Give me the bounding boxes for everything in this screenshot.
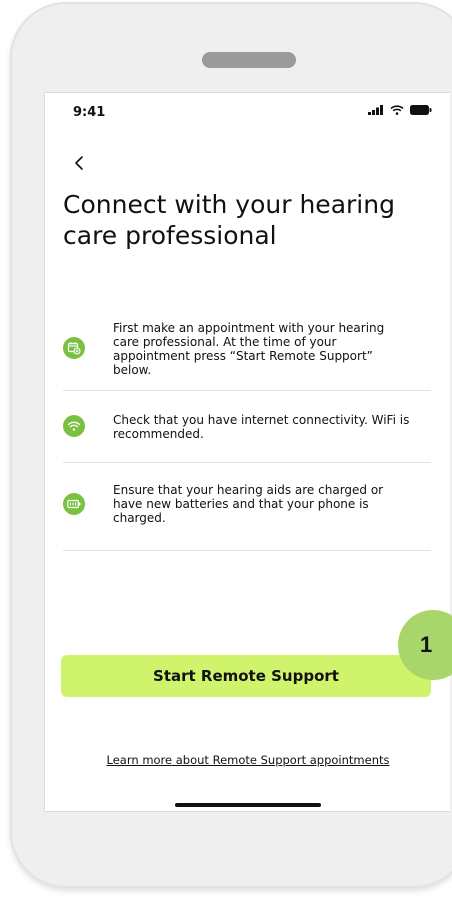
home-indicator bbox=[175, 803, 321, 807]
battery-icon bbox=[410, 105, 432, 115]
page-title: Connect with your hearing care professio… bbox=[63, 190, 395, 250]
status-bar: 9:41 bbox=[45, 93, 450, 133]
wifi-icon bbox=[390, 105, 404, 115]
list-item: Ensure that your hearing aids are charge… bbox=[63, 463, 431, 551]
list-item: First make an appointment with your hear… bbox=[63, 307, 431, 391]
list-item: Check that you have internet connectivit… bbox=[63, 391, 431, 463]
calendar-add-icon bbox=[63, 337, 85, 359]
back-chevron-icon bbox=[75, 156, 83, 170]
battery-icon bbox=[63, 493, 85, 515]
wifi-icon bbox=[63, 415, 85, 437]
learn-more-link[interactable]: Learn more about Remote Support appointm… bbox=[45, 753, 450, 767]
back-button[interactable] bbox=[67, 151, 91, 175]
status-time: 9:41 bbox=[73, 105, 106, 120]
start-remote-support-button[interactable]: Start Remote Support bbox=[61, 655, 431, 697]
step-text: Check that you have internet connectivit… bbox=[113, 413, 410, 441]
steps-list: First make an appointment with your hear… bbox=[63, 307, 431, 551]
phone-frame: 9:41 Connect with your hearing care prof… bbox=[10, 2, 452, 888]
cellular-signal-icon bbox=[368, 105, 383, 115]
step-text: First make an appointment with your hear… bbox=[113, 321, 385, 377]
phone-screen: 9:41 Connect with your hearing care prof… bbox=[44, 92, 450, 812]
phone-speaker bbox=[202, 52, 296, 68]
status-icons bbox=[368, 105, 432, 115]
step-text: Ensure that your hearing aids are charge… bbox=[113, 483, 384, 525]
